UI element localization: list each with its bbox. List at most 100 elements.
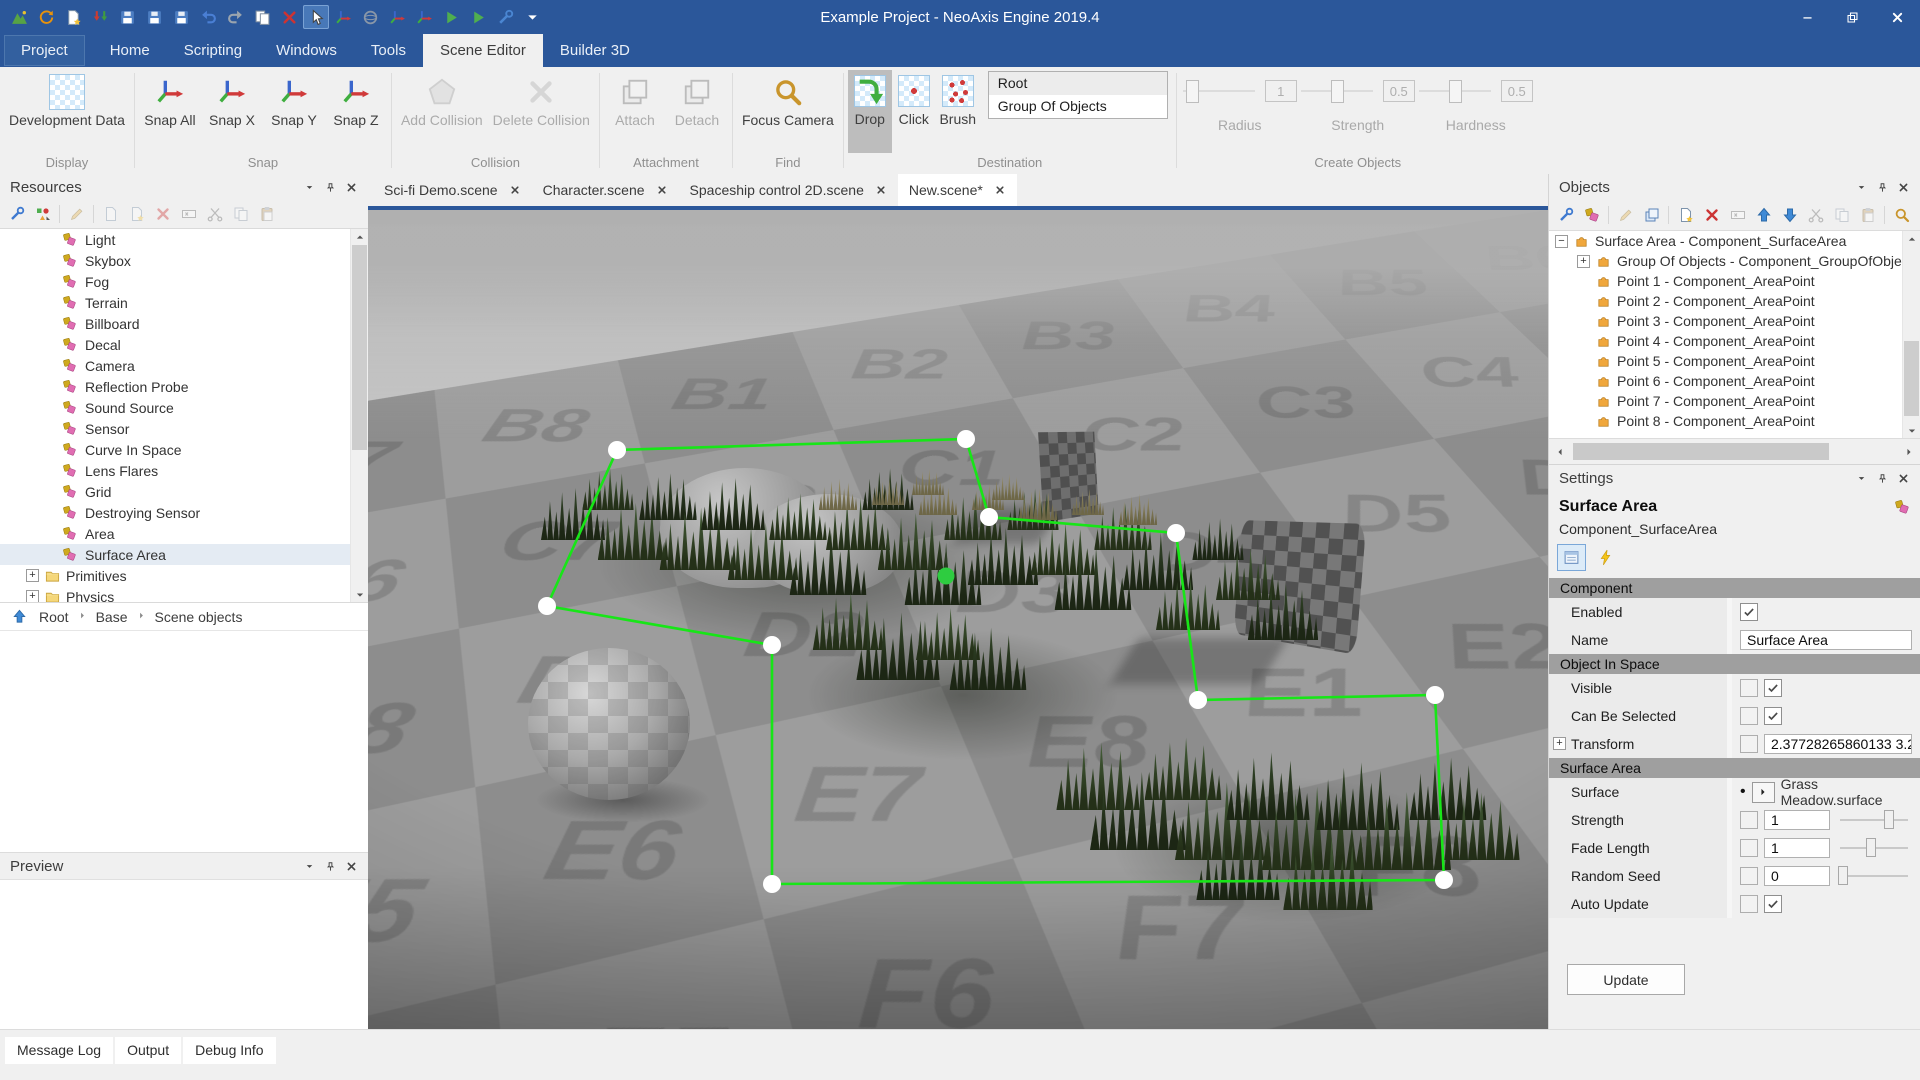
objects-cut-icon[interactable]	[1803, 204, 1828, 227]
resources-copy-icon[interactable]	[228, 203, 253, 226]
scroll-down-icon[interactable]	[351, 587, 368, 602]
resource-item-reflection-probe[interactable]: Reflection Probe	[0, 376, 368, 397]
resource-item-fog[interactable]: Fog	[0, 271, 368, 292]
checkbox[interactable]	[1764, 679, 1782, 697]
resource-item-decal[interactable]: Decal	[0, 334, 368, 355]
expander-icon[interactable]: +	[1553, 737, 1566, 750]
destination-option-root[interactable]: Root	[989, 72, 1167, 95]
objects-paste-icon[interactable]	[1855, 204, 1880, 227]
objects-search-icon[interactable]	[1889, 204, 1914, 227]
objects-delete-icon[interactable]	[1699, 204, 1724, 227]
resources-rename-icon[interactable]	[176, 203, 201, 226]
radius-value[interactable]: 1	[1265, 80, 1297, 102]
snap-z-button[interactable]: Snap Z	[325, 70, 387, 153]
resources-import-icon[interactable]	[98, 203, 123, 226]
object-item-point-1[interactable]: Point 1 - Component_AreaPoint	[1549, 271, 1920, 291]
development-data-button[interactable]: Development Data	[4, 70, 130, 153]
area-point-handle[interactable]	[763, 875, 781, 893]
resources-delete-icon[interactable]	[150, 203, 175, 226]
default-value-box[interactable]	[1740, 895, 1758, 913]
close-tab-icon[interactable]	[657, 183, 668, 198]
objects-display-options-icon[interactable]	[1579, 204, 1604, 227]
scroll-up-icon[interactable]	[1903, 231, 1920, 246]
strength-value[interactable]: 0.5	[1383, 80, 1415, 102]
transform-field[interactable]: 2.37728265860133 3.209	[1764, 734, 1912, 754]
resources-display-options-icon[interactable]	[30, 203, 55, 226]
hardness-slider[interactable]	[1419, 90, 1491, 92]
area-point-handle[interactable]	[1167, 524, 1185, 542]
resource-item-sensor[interactable]: Sensor	[0, 418, 368, 439]
name-field[interactable]: Surface Area	[1740, 630, 1912, 650]
checkbox[interactable]	[1740, 603, 1758, 621]
area-point-handle[interactable]	[608, 441, 626, 459]
play-icon[interactable]	[438, 5, 464, 29]
resources-edit-icon[interactable]	[64, 203, 89, 226]
close-button[interactable]	[1875, 0, 1920, 34]
object-item-point-5[interactable]: Point 5 - Component_AreaPoint	[1549, 351, 1920, 371]
close-tab-icon[interactable]	[876, 183, 887, 198]
expander-icon[interactable]: +	[1577, 255, 1590, 268]
expander-icon[interactable]: −	[1555, 235, 1568, 248]
doc-tab-new-scene[interactable]: New.scene*	[898, 174, 1017, 206]
area-point-handle[interactable]	[957, 430, 975, 448]
scroll-up-icon[interactable]	[351, 229, 368, 244]
save-as-icon[interactable]	[141, 5, 167, 29]
area-point-handle[interactable]	[1426, 686, 1444, 704]
scrollbar-thumb[interactable]	[1904, 341, 1919, 416]
resources-pin-icon[interactable]	[320, 177, 341, 197]
reference-menu-button[interactable]	[1752, 782, 1775, 803]
objects-new-icon[interactable]	[1673, 204, 1698, 227]
area-point-handle[interactable]	[980, 508, 998, 526]
resource-item-terrain[interactable]: Terrain	[0, 292, 368, 313]
object-item-point-2[interactable]: Point 2 - Component_AreaPoint	[1549, 291, 1920, 311]
snap-x-button[interactable]: Snap X	[201, 70, 263, 153]
area-point-handle[interactable]	[1189, 691, 1207, 709]
object-item-point-6[interactable]: Point 6 - Component_AreaPoint	[1549, 371, 1920, 391]
strength-slider[interactable]	[1301, 90, 1373, 92]
attach-button[interactable]: Attach	[604, 70, 666, 153]
random-seed-field[interactable]: 0	[1764, 866, 1830, 886]
area-point-handle[interactable]	[763, 636, 781, 654]
resources-settings-icon[interactable]	[4, 203, 29, 226]
brush-mode-button[interactable]: Brush	[936, 70, 980, 153]
resource-item-sound-source[interactable]: Sound Source	[0, 397, 368, 418]
status-tab-output[interactable]: Output	[115, 1037, 181, 1064]
doc-tab-sci-fi-demo-scene[interactable]: Sci-fi Demo.scene	[373, 174, 532, 206]
slider-thumb[interactable]	[1838, 866, 1848, 885]
strength-field[interactable]: 1	[1764, 810, 1830, 830]
expander-icon[interactable]: +	[26, 569, 39, 582]
default-value-box[interactable]	[1740, 867, 1758, 885]
menu-tab-tools[interactable]: Tools	[354, 34, 423, 67]
resource-item-destroying-sensor[interactable]: Destroying Sensor	[0, 502, 368, 523]
snap-y-button[interactable]: Snap Y	[263, 70, 325, 153]
select-tool-icon[interactable]	[303, 5, 329, 29]
status-tab-debug-info[interactable]: Debug Info	[183, 1037, 276, 1064]
settings-pin-icon[interactable]	[1872, 468, 1893, 488]
detach-button[interactable]: Detach	[666, 70, 728, 153]
resource-folder-primitives[interactable]: +Primitives	[0, 565, 368, 586]
sync-icon[interactable]	[33, 5, 59, 29]
selected-area-point-handle[interactable]	[938, 568, 955, 585]
status-tab-message-log[interactable]: Message Log	[5, 1037, 113, 1064]
resource-item-lens-flares[interactable]: Lens Flares	[0, 460, 368, 481]
resource-item-billboard[interactable]: Billboard	[0, 313, 368, 334]
new-file-icon[interactable]	[60, 5, 86, 29]
slider-thumb[interactable]	[1884, 810, 1894, 829]
radius-slider[interactable]	[1183, 90, 1255, 92]
scale-tool-icon[interactable]	[411, 5, 437, 29]
breadcrumb-item-root[interactable]: Root	[39, 609, 69, 625]
resources-close-icon[interactable]	[341, 177, 362, 197]
resources-scrollbar[interactable]	[350, 229, 368, 602]
close-tab-icon[interactable]	[995, 183, 1006, 198]
drop-mode-button[interactable]: Drop	[848, 70, 892, 153]
click-mode-button[interactable]: Click	[892, 70, 936, 153]
menu-tab-home[interactable]: Home	[93, 34, 167, 67]
scroll-right-icon[interactable]	[1898, 444, 1920, 460]
minimize-button[interactable]	[1785, 0, 1830, 34]
resources-menu-icon[interactable]	[299, 177, 320, 197]
focus-camera-button[interactable]: Focus Camera	[737, 70, 839, 153]
doc-tab-spaceship-control-2d-scene[interactable]: Spaceship control 2D.scene	[679, 174, 898, 206]
resources-cut-icon[interactable]	[202, 203, 227, 226]
menu-tab-scripting[interactable]: Scripting	[167, 34, 259, 67]
resources-new-icon[interactable]	[124, 203, 149, 226]
